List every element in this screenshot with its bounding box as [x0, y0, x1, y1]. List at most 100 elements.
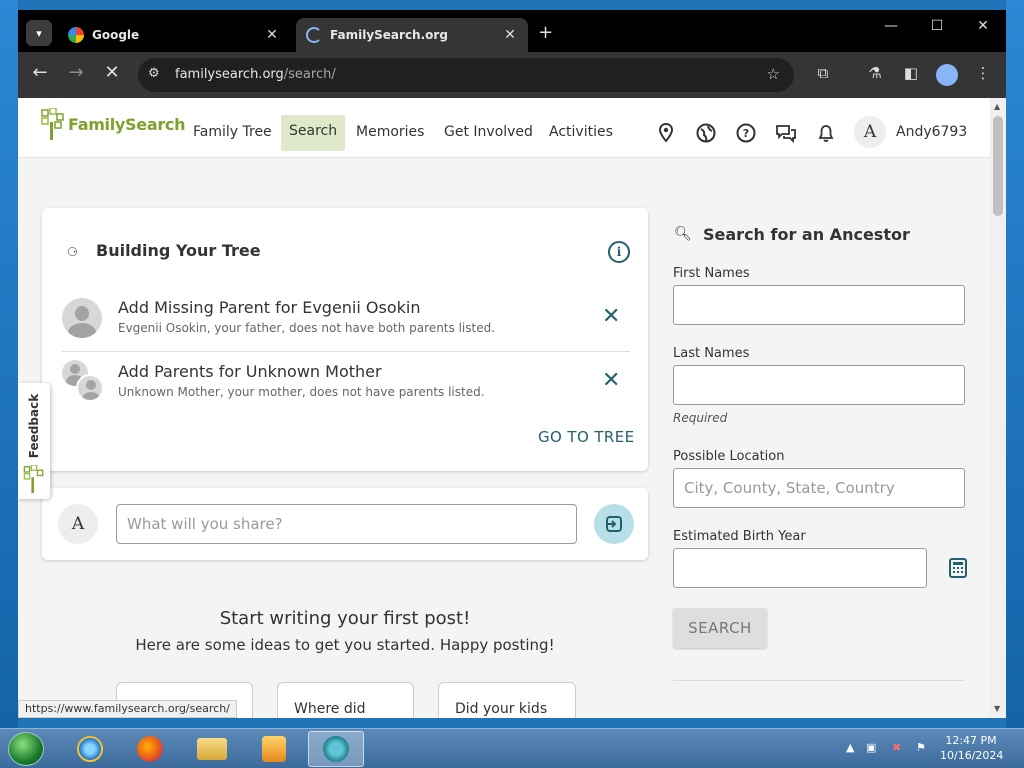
dismiss-task-icon[interactable]: ✕ — [602, 304, 620, 329]
user-avatar: A — [58, 504, 98, 544]
tab-strip: ▾ Google ✕ FamilySearch.org ✕ + — ☐ ✕ — [18, 10, 1006, 52]
nav-search[interactable]: Search — [281, 115, 346, 151]
birth-year-input[interactable] — [673, 548, 927, 588]
desktop-background-right — [1006, 0, 1024, 728]
tab-title: FamilySearch.org — [330, 28, 448, 42]
clock-date: 10/16/2024 — [940, 749, 1004, 762]
task-item[interactable]: Add Parents for Unknown Mother Unknown M… — [62, 354, 630, 416]
chrome-icon — [323, 736, 349, 762]
task-title[interactable]: Add Missing Parent for Evgenii Osokin — [118, 298, 420, 317]
create-post-button[interactable] — [594, 504, 634, 544]
globe-icon[interactable] — [695, 122, 717, 144]
show-hidden-icons-icon[interactable]: ▲ — [846, 741, 854, 754]
logo-text: FamilySearch — [68, 114, 186, 134]
webpage: FamilySearch Family Tree Search Memories… — [18, 98, 1006, 718]
close-window-icon[interactable]: ✕ — [960, 18, 1006, 34]
profile-avatar-icon[interactable] — [936, 64, 958, 86]
browser-window: ▾ Google ✕ FamilySearch.org ✕ + — ☐ ✕ ← … — [18, 10, 1006, 718]
stop-loading-icon[interactable]: ✕ — [99, 62, 125, 83]
action-center-flag-icon[interactable]: ⚑ — [916, 741, 926, 754]
search-person-icon: 🔍︎ — [674, 226, 692, 242]
task-title[interactable]: Add Parents for Unknown Mother — [118, 362, 382, 381]
tab-google[interactable]: Google ✕ — [58, 18, 290, 52]
notifications-bell-icon[interactable] — [815, 122, 837, 144]
nav-family-tree[interactable]: Family Tree — [185, 116, 280, 150]
labs-flask-icon[interactable]: ⚗ — [864, 64, 886, 82]
taskbar-clock[interactable]: 12:47 PM 10/16/2024 — [940, 733, 1004, 763]
menu-dots-icon[interactable]: ⋮ — [972, 64, 994, 82]
go-to-tree-link[interactable]: GO TO TREE — [538, 428, 634, 446]
map-pin-icon[interactable] — [655, 122, 677, 144]
taskbar-media-player[interactable] — [246, 731, 302, 767]
scroll-up-icon[interactable]: ▲ — [994, 102, 1000, 111]
svg-text:?: ? — [743, 127, 749, 140]
windows-taskbar: ▲ ▣ ✖ ⚑ 12:47 PM 10/16/2024 — [0, 728, 1024, 768]
idea-card[interactable]: Did your kids — [438, 682, 576, 718]
back-arrow-icon[interactable]: ← — [27, 62, 53, 83]
task-item[interactable]: Add Missing Parent for Evgenii Osokin Ev… — [62, 290, 630, 352]
tree-logo-icon — [41, 108, 64, 140]
extensions-icon[interactable]: ⧉ — [812, 64, 834, 82]
folder-icon — [197, 738, 227, 760]
bookmark-star-icon[interactable]: ☆ — [767, 65, 780, 83]
forward-arrow-icon[interactable]: → — [63, 62, 89, 83]
taskbar-file-explorer[interactable] — [184, 731, 240, 767]
calculator-icon[interactable] — [949, 558, 967, 578]
internet-explorer-icon — [77, 736, 103, 762]
tab-title: Google — [92, 28, 140, 42]
share-post-input[interactable] — [116, 504, 577, 544]
last-names-input[interactable] — [673, 365, 965, 405]
last-names-label: Last Names — [673, 346, 750, 361]
site-info-icon[interactable]: ⚙ — [148, 66, 160, 81]
info-icon[interactable]: i — [608, 241, 630, 263]
taskbar-internet-explorer[interactable] — [62, 731, 118, 767]
address-bar[interactable]: ⚙ familysearch.org/search/ ☆ — [138, 58, 794, 92]
card-title: Building Your Tree — [96, 241, 261, 260]
nav-memories[interactable]: Memories — [348, 116, 432, 150]
network-icon[interactable]: ▣ — [866, 741, 876, 754]
link-status-bubble: https://www.familysearch.org/search/ — [18, 700, 237, 718]
share-post-card: A — [42, 488, 648, 560]
close-tab-icon[interactable]: ✕ — [500, 27, 520, 43]
desktop-background-left — [0, 0, 18, 728]
nav-activities[interactable]: Activities — [541, 116, 621, 150]
volume-muted-icon[interactable]: ✖ — [892, 741, 901, 754]
clock-time: 12:47 PM — [945, 734, 997, 747]
taskbar-chrome[interactable] — [308, 731, 364, 767]
tab-search-button[interactable]: ▾ — [26, 20, 52, 46]
tab-familysearch[interactable]: FamilySearch.org ✕ — [296, 18, 528, 52]
first-names-input[interactable] — [673, 285, 965, 325]
first-names-label: First Names — [673, 266, 750, 281]
scroll-down-icon[interactable]: ▼ — [994, 704, 1000, 713]
minimize-icon[interactable]: — — [868, 18, 914, 34]
birth-year-label: Estimated Birth Year — [673, 529, 806, 544]
maximize-icon[interactable]: ☐ — [914, 18, 960, 34]
browser-toolbar: ← → ✕ ⚙ familysearch.org/search/ ☆ ⧉ ⚗ ◧… — [18, 52, 1006, 98]
feedback-tab[interactable]: Feedback — [18, 383, 50, 499]
dismiss-task-icon[interactable]: ✕ — [602, 368, 620, 393]
task-subtitle: Evgenii Osokin, your father, does not ha… — [118, 321, 496, 335]
side-panel-icon[interactable]: ◧ — [900, 64, 922, 82]
url-domain: familysearch.org — [175, 67, 284, 82]
username[interactable]: Andy6793 — [896, 124, 967, 140]
messages-icon[interactable] — [775, 122, 797, 144]
nav-get-involved[interactable]: Get Involved — [436, 116, 541, 150]
help-icon[interactable]: ? — [735, 122, 757, 144]
task-subtitle: Unknown Mother, your mother, does not ha… — [118, 385, 485, 399]
user-avatar[interactable]: A — [854, 116, 886, 148]
scroll-thumb[interactable] — [993, 116, 1003, 216]
taskbar-firefox[interactable] — [122, 731, 178, 767]
possible-location-input[interactable] — [673, 468, 965, 508]
feed-empty-title: Start writing your first post! — [219, 608, 471, 629]
idea-card[interactable]: Where did — [277, 682, 414, 718]
search-button[interactable]: SEARCH — [673, 608, 767, 648]
address-url: familysearch.org/search/ — [175, 67, 336, 82]
new-tab-icon[interactable]: + — [538, 22, 553, 43]
familysearch-logo[interactable]: FamilySearch — [40, 108, 186, 140]
feed-empty-subtitle: Here are some ideas to get you started. … — [135, 636, 555, 654]
building-tree-card: ⚆ Building Your Tree i Add Missing Paren… — [42, 208, 648, 471]
start-button[interactable] — [8, 732, 44, 766]
loading-spinner-icon — [306, 27, 322, 43]
page-scrollbar[interactable]: ▲ ▼ — [990, 98, 1006, 718]
close-tab-icon[interactable]: ✕ — [262, 27, 282, 43]
